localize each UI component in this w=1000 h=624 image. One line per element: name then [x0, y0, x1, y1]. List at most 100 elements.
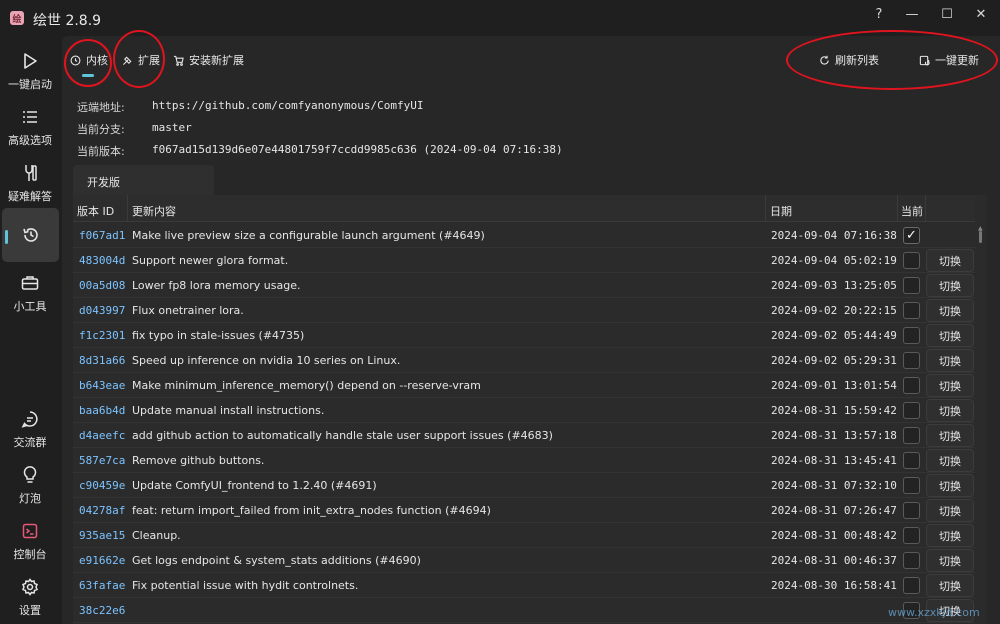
list-icon	[22, 106, 38, 128]
switch-version-button[interactable]: 切换	[926, 349, 974, 372]
date-cell: 2024-08-31 07:32:10	[771, 479, 897, 492]
version-id-cell: 483004d	[79, 254, 126, 267]
gear-icon	[21, 576, 39, 598]
current-checkbox[interactable]	[903, 352, 920, 369]
sidebar-item-community[interactable]: 交流群	[0, 408, 60, 450]
commit-message-cell: Make live preview size a configurable la…	[132, 229, 485, 242]
table-row[interactable]: e91662e Get logs endpoint & system_stats …	[73, 548, 975, 573]
date-cell: 2024-09-02 05:44:49	[771, 329, 897, 342]
switch-version-button[interactable]: 切换	[926, 274, 974, 297]
current-checkbox[interactable]: ✓	[903, 227, 920, 244]
current-checkbox[interactable]	[903, 252, 920, 269]
current-checkbox[interactable]	[903, 327, 920, 344]
table-row[interactable]: d043997 Flux onetrainer lora. 2024-09-02 2…	[73, 298, 975, 323]
table-row[interactable]: f067ad1 Make live preview size a configur…	[73, 223, 975, 248]
commit-message-cell: Update manual install instructions.	[132, 404, 325, 417]
commit-message-cell: feat: return import_failed from init_ext…	[132, 504, 491, 517]
table-row[interactable]: 587e7ca Remove github buttons. 2024-08-31 …	[73, 448, 975, 473]
current-checkbox[interactable]	[903, 302, 920, 319]
help-button[interactable]: ?	[866, 4, 892, 24]
refresh-list-label: 刷新列表	[835, 54, 879, 67]
sidebar-item-advanced[interactable]: 高级选项	[0, 106, 60, 148]
current-checkbox[interactable]	[903, 377, 920, 394]
version-id-cell: 8d31a66	[79, 354, 126, 367]
switch-version-button[interactable]: 切换	[926, 524, 974, 547]
sidebar-item-label: 交流群	[13, 436, 47, 449]
watermark-logo: www.xzxkjd.com	[818, 576, 1000, 624]
sidebar-item-launch[interactable]: 一键启动	[0, 50, 60, 92]
commit-message-cell: fix typo in stale-issues (#4735)	[132, 329, 305, 342]
current-checkbox[interactable]	[903, 502, 920, 519]
commit-message-cell: Get logs endpoint & system_stats additio…	[132, 554, 421, 567]
switch-version-button[interactable]: 切换	[926, 249, 974, 272]
current-checkbox[interactable]	[903, 277, 920, 294]
sidebar-item-bulb[interactable]: 灯泡	[0, 464, 60, 506]
sidebar-item-label: 设置	[19, 604, 41, 617]
active-tab-indicator	[82, 74, 94, 77]
app-logo-icon: 绘	[10, 11, 24, 25]
tab-core-label: 内核	[86, 54, 108, 67]
minimize-button[interactable]: —	[899, 4, 925, 24]
switch-version-button[interactable]: 切换	[926, 549, 974, 572]
sidebar-item-console[interactable]: 控制台	[0, 520, 60, 562]
version-id-cell: d043997	[79, 304, 126, 317]
current-checkbox[interactable]	[903, 552, 920, 569]
close-button[interactable]: ✕	[968, 4, 994, 24]
table-row[interactable]: 935ae15 Cleanup. 2024-08-31 00:48:42 切换	[73, 523, 975, 548]
sidebar-item-version[interactable]	[2, 208, 59, 262]
history-icon	[22, 224, 40, 246]
table-row[interactable]: f1c2301 fix typo in stale-issues (#4735) 2…	[73, 323, 975, 348]
version-id-cell: baa6b4d	[79, 404, 126, 417]
commit-message-cell: Cleanup.	[132, 529, 181, 542]
table-row[interactable]: b643eae Make minimum_inference_memory() d…	[73, 373, 975, 398]
sidebar-item-settings[interactable]: 设置	[0, 576, 60, 618]
scrollbar[interactable]: ▲	[978, 225, 984, 620]
date-cell: 2024-08-31 07:26:47	[771, 504, 897, 517]
switch-version-button[interactable]: 切换	[926, 424, 974, 447]
switch-version-button[interactable]: 切换	[926, 499, 974, 522]
bulb-icon	[22, 464, 38, 486]
sidebar-item-troubleshoot[interactable]: 疑难解答	[0, 162, 60, 204]
table-row[interactable]: 8d31a66 Speed up inference on nvidia 10 s…	[73, 348, 975, 373]
version-row: 当前版本: f067ad15d139d6e07e44801759f7ccdd99…	[77, 143, 563, 159]
date-cell: 2024-08-31 13:57:18	[771, 429, 897, 442]
switch-version-button[interactable]: 切换	[926, 324, 974, 347]
tab-bar: 内核 扩展 安装新扩展 刷新列表 一键更新	[62, 36, 1000, 84]
table-row[interactable]: 00a5d08 Lower fp8 lora memory usage. 2024-…	[73, 273, 975, 298]
tab-install-extension[interactable]: 安装新扩展	[172, 52, 244, 68]
table-row[interactable]: c90459e Update ComfyUI_frontend to 1.2.40…	[73, 473, 975, 498]
table-row[interactable]: baa6b4d Update manual install instruction…	[73, 398, 975, 423]
commit-message-cell: Flux onetrainer lora.	[132, 304, 244, 317]
switch-version-button[interactable]: 切换	[926, 299, 974, 322]
current-checkbox[interactable]	[903, 402, 920, 419]
tab-core[interactable]: 内核	[69, 52, 108, 68]
table-row[interactable]: 483004d Support newer glora format. 2024-0…	[73, 248, 975, 273]
update-all-button[interactable]: 一键更新	[918, 52, 979, 68]
maximize-button[interactable]: ☐	[934, 4, 960, 24]
switch-version-button[interactable]: 切换	[926, 374, 974, 397]
refresh-list-button[interactable]: 刷新列表	[818, 52, 879, 68]
current-checkbox[interactable]	[903, 452, 920, 469]
switch-version-button[interactable]: 切换	[926, 474, 974, 497]
header-date[interactable]: 日期	[770, 203, 792, 219]
tab-dev-branch[interactable]: 开发版	[73, 165, 214, 195]
version-id-cell: c90459e	[79, 479, 126, 492]
version-table: 版本 ID 更新内容 日期 当前 f067ad1 Make live previe…	[73, 195, 987, 624]
switch-version-button[interactable]: 切换	[926, 399, 974, 422]
current-checkbox[interactable]	[903, 427, 920, 444]
commit-message-cell: Support newer glora format.	[132, 254, 289, 267]
sidebar-item-tools[interactable]: 小工具	[0, 272, 60, 314]
current-checkbox[interactable]	[903, 477, 920, 494]
tab-extensions[interactable]: 扩展	[121, 52, 160, 68]
version-id-cell: f1c2301	[79, 329, 126, 342]
date-cell: 2024-09-04 07:16:38	[771, 229, 897, 242]
table-row[interactable]: 04278af feat: return import_failed from i…	[73, 498, 975, 523]
table-row[interactable]: d4aeefc add github action to automaticall…	[73, 423, 975, 448]
scroll-thumb[interactable]	[979, 231, 982, 243]
switch-version-button[interactable]: 切换	[926, 449, 974, 472]
header-version-id[interactable]: 版本 ID	[77, 203, 114, 219]
header-current[interactable]: 当前	[901, 203, 923, 219]
version-id-cell: 04278af	[79, 504, 126, 517]
header-content[interactable]: 更新内容	[132, 203, 176, 219]
current-checkbox[interactable]	[903, 527, 920, 544]
